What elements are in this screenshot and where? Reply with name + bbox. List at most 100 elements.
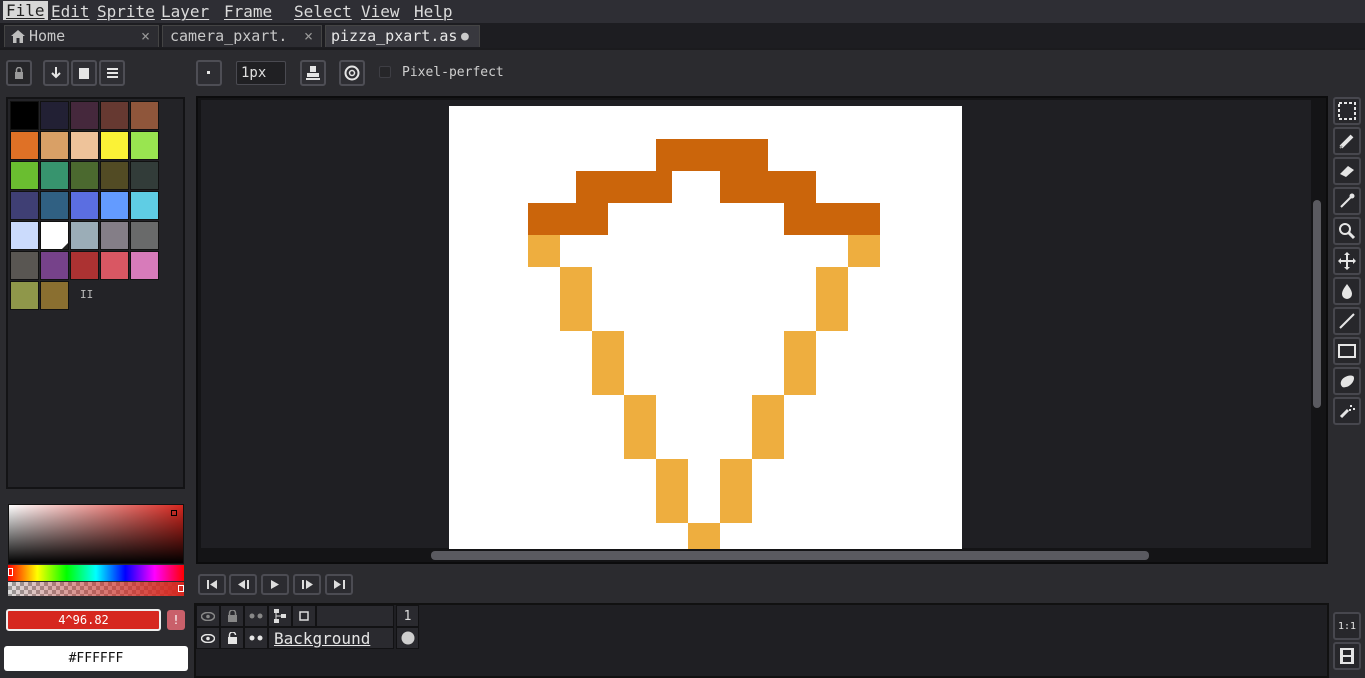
palette-swatch[interactable] bbox=[40, 101, 69, 130]
last-frame-button[interactable] bbox=[325, 574, 353, 595]
eyedropper-tool[interactable] bbox=[1333, 187, 1361, 215]
palette-swatch[interactable] bbox=[70, 191, 99, 220]
continuous-header-icon[interactable] bbox=[244, 605, 268, 627]
menu-layer[interactable]: Layer bbox=[161, 2, 209, 21]
menu-edit[interactable]: Edit bbox=[51, 2, 90, 21]
contour-tool[interactable] bbox=[1333, 367, 1361, 395]
palette-swatch[interactable] bbox=[10, 161, 39, 190]
exclamation-icon[interactable]: ! bbox=[167, 610, 185, 630]
layer-continuous-toggle[interactable] bbox=[244, 627, 268, 649]
symmetry-button[interactable] bbox=[339, 60, 365, 86]
new-layer-header-icon[interactable] bbox=[292, 605, 316, 627]
palette-swatch[interactable] bbox=[100, 221, 129, 250]
palette-swatch[interactable] bbox=[70, 161, 99, 190]
brush-size-field[interactable]: 1px bbox=[236, 61, 286, 85]
palette-resize-handle[interactable]: II bbox=[80, 288, 93, 301]
palette-swatch[interactable] bbox=[10, 131, 39, 160]
palette-swatch[interactable] bbox=[10, 101, 39, 130]
filmstrip-button[interactable] bbox=[1333, 642, 1361, 670]
saturation-value-box[interactable] bbox=[8, 504, 184, 564]
palette-swatch[interactable] bbox=[70, 101, 99, 130]
alpha-slider[interactable] bbox=[8, 582, 184, 596]
menu-view[interactable]: View bbox=[361, 2, 400, 21]
paint-bucket-tool[interactable] bbox=[1333, 277, 1361, 305]
ink-button[interactable] bbox=[300, 60, 326, 86]
menu-sprite[interactable]: Sprite bbox=[97, 2, 155, 21]
tab-home[interactable]: Home × bbox=[4, 25, 159, 47]
pixel-perfect-checkbox[interactable] bbox=[379, 66, 391, 78]
tab-camera[interactable]: camera_pxart. × bbox=[162, 25, 322, 47]
layer-visibility-toggle[interactable] bbox=[196, 627, 220, 649]
menu-select[interactable]: Select bbox=[294, 2, 352, 21]
zoom-1-1-button[interactable]: 1:1 bbox=[1333, 612, 1361, 640]
down-button[interactable] bbox=[43, 60, 69, 86]
palette-swatch[interactable] bbox=[130, 251, 159, 280]
palette-swatch[interactable] bbox=[70, 221, 99, 250]
palette-swatch[interactable] bbox=[100, 191, 129, 220]
marquee-tool[interactable] bbox=[1333, 97, 1361, 125]
palette-swatch[interactable] bbox=[130, 221, 159, 250]
palette-swatch[interactable] bbox=[10, 281, 39, 310]
menu-help[interactable]: Help bbox=[414, 2, 453, 21]
palette-swatch[interactable] bbox=[130, 131, 159, 160]
layer-row-background[interactable]: Background bbox=[268, 627, 394, 649]
palette-swatch[interactable] bbox=[100, 251, 129, 280]
palette-swatch[interactable] bbox=[40, 161, 69, 190]
alpha-cursor[interactable] bbox=[178, 585, 184, 592]
tab-close-icon[interactable]: × bbox=[141, 27, 150, 45]
pencil-tool[interactable] bbox=[1333, 127, 1361, 155]
palette-swatch[interactable] bbox=[130, 101, 159, 130]
hue-cursor[interactable] bbox=[8, 568, 13, 576]
palette-swatch[interactable] bbox=[10, 221, 39, 250]
palette-swatch[interactable] bbox=[100, 131, 129, 160]
zoom-tool[interactable] bbox=[1333, 217, 1361, 245]
eraser-tool[interactable] bbox=[1333, 157, 1361, 185]
sprite-canvas[interactable] bbox=[449, 106, 962, 549]
prev-frame-button[interactable] bbox=[229, 574, 257, 595]
tab-pizza[interactable]: pizza_pxart.as ● bbox=[325, 25, 480, 47]
foreground-color-button[interactable]: 4^96.82 bbox=[6, 609, 161, 631]
spray-tool[interactable] bbox=[1333, 397, 1361, 425]
new-button[interactable] bbox=[71, 60, 97, 86]
palette-swatch[interactable] bbox=[100, 101, 129, 130]
palette-swatch[interactable] bbox=[40, 221, 69, 250]
palette-swatch[interactable] bbox=[70, 251, 99, 280]
hue-slider[interactable] bbox=[8, 565, 184, 581]
menu-file[interactable]: File bbox=[3, 1, 48, 20]
next-frame-button[interactable] bbox=[293, 574, 321, 595]
tab-close-icon[interactable]: × bbox=[304, 27, 313, 45]
move-tool[interactable] bbox=[1333, 247, 1361, 275]
layers-tree-icon[interactable] bbox=[268, 605, 292, 627]
padlock-icon bbox=[227, 610, 237, 622]
menu-frame[interactable]: Frame bbox=[224, 2, 272, 21]
palette-swatch[interactable] bbox=[40, 191, 69, 220]
cel-frame-1[interactable] bbox=[396, 627, 419, 649]
background-color-button[interactable]: #FFFFFF bbox=[4, 646, 188, 671]
lock-header-icon[interactable] bbox=[220, 605, 244, 627]
palette-swatch[interactable] bbox=[70, 131, 99, 160]
eye-icon bbox=[201, 633, 215, 643]
palette-swatch[interactable] bbox=[40, 281, 69, 310]
palette-swatch[interactable] bbox=[130, 191, 159, 220]
rectangle-tool[interactable] bbox=[1333, 337, 1361, 365]
palette-swatch[interactable] bbox=[10, 251, 39, 280]
palette-swatch[interactable] bbox=[130, 161, 159, 190]
pizza-cheese-pixel bbox=[752, 395, 784, 459]
menu-button[interactable] bbox=[99, 60, 125, 86]
horizontal-scrollbar[interactable] bbox=[431, 551, 1149, 560]
frame-header[interactable]: 1 bbox=[396, 605, 419, 627]
layer-lock-toggle[interactable] bbox=[220, 627, 244, 649]
line-tool[interactable] bbox=[1333, 307, 1361, 335]
palette-swatch[interactable] bbox=[100, 161, 129, 190]
vertical-scrollbar[interactable] bbox=[1313, 200, 1321, 408]
play-button[interactable] bbox=[261, 574, 289, 595]
sv-cursor[interactable] bbox=[171, 510, 177, 516]
palette-swatch[interactable] bbox=[10, 191, 39, 220]
brush-type-button[interactable] bbox=[196, 60, 222, 86]
visibility-header-icon[interactable] bbox=[196, 605, 220, 627]
palette-swatch[interactable] bbox=[40, 251, 69, 280]
first-frame-button[interactable] bbox=[198, 574, 226, 595]
pizza-cheese-pixel bbox=[848, 235, 880, 267]
palette-swatch[interactable] bbox=[40, 131, 69, 160]
lock-button[interactable] bbox=[6, 60, 32, 86]
